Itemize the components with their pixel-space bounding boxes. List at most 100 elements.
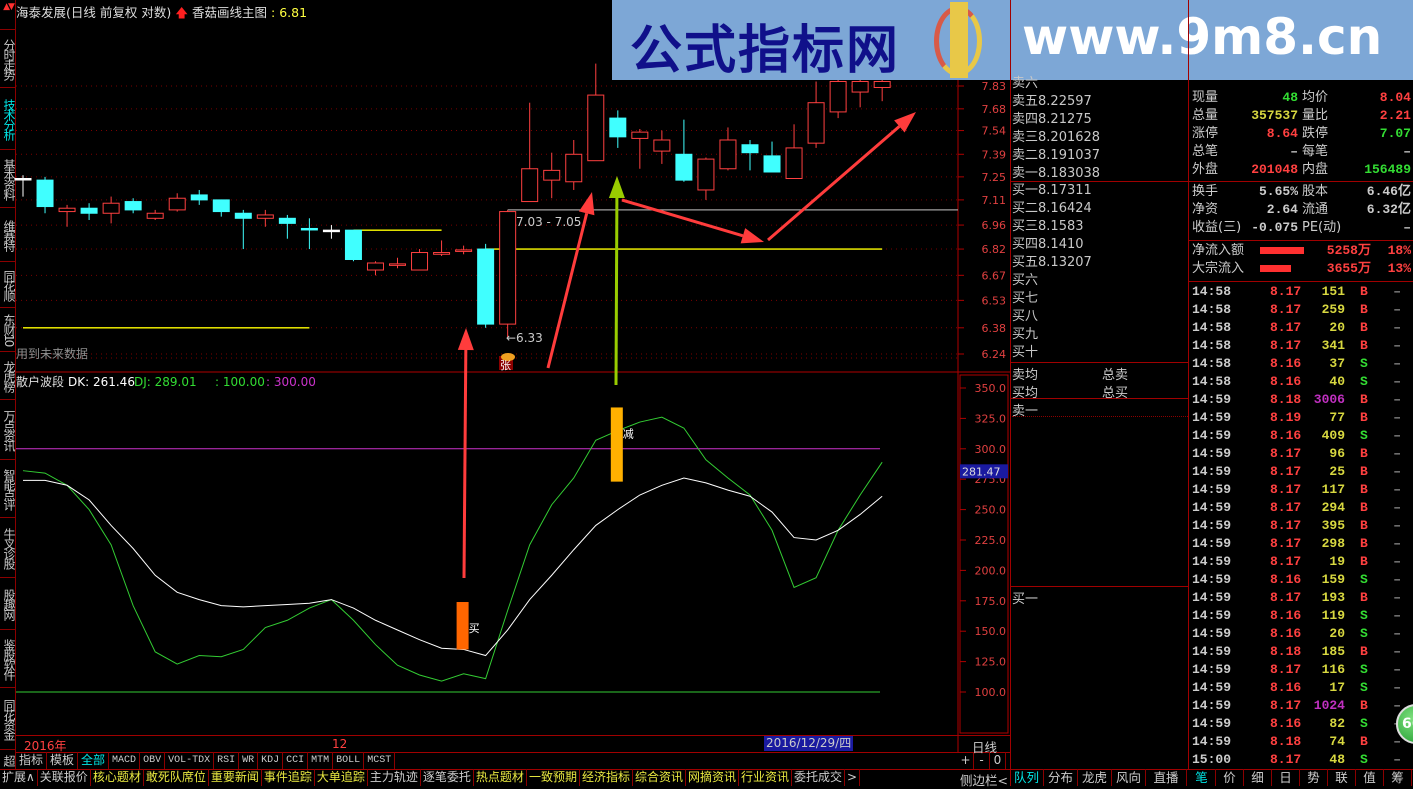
order-book-row[interactable]: 卖四8.21275 — [1012, 111, 1188, 129]
indicator-tab[interactable]: BOLL — [333, 752, 365, 769]
indicator-tab[interactable]: RSI — [214, 752, 240, 769]
indicator-tab[interactable]: 模板 — [47, 752, 79, 769]
bottom-tab[interactable]: 一致预期 — [527, 769, 580, 786]
kline-chart[interactable]: 7.83 7.68 7.54 7.39 7.25 7.11 6.96 6.82 6.67 6.53… — [0, 0, 1010, 786]
order-book-row[interactable]: 买六 — [1012, 272, 1188, 290]
indicator-tab[interactable]: OBV — [140, 752, 166, 769]
trade-row[interactable]: 14:59 8.17 193 B – — [1190, 589, 1413, 607]
trade-row[interactable]: 14:59 8.18 74 B – — [1190, 733, 1413, 751]
bottom-tab[interactable]: 关联报价 — [38, 769, 91, 786]
indicator-tab[interactable]: VOL-TDX — [165, 752, 215, 769]
order-book-row[interactable]: 买四8.1410 — [1012, 236, 1188, 254]
indicator-tab[interactable]: MCST — [364, 752, 396, 769]
bottom-tab[interactable]: 核心题材 — [91, 769, 144, 786]
order-book-row[interactable]: 卖六 — [1012, 75, 1188, 93]
trade-tab[interactable]: 筹 — [1384, 769, 1412, 786]
trade-row[interactable]: 14:59 8.16 20 S – — [1190, 625, 1413, 643]
bottom-tab[interactable]: 扩展∧ — [0, 769, 38, 786]
indicator-tab[interactable]: MACD — [109, 752, 141, 769]
order-book-row[interactable]: 买五8.13207 — [1012, 254, 1188, 272]
trade-row[interactable]: 14:58 8.16 37 S – — [1190, 355, 1413, 373]
bottom-tab[interactable]: 行业资讯 — [739, 769, 793, 786]
trade-row[interactable]: 14:59 8.17 19 B – — [1190, 553, 1413, 571]
zoom-button[interactable]: + — [958, 752, 974, 769]
candle — [763, 141, 781, 173]
panel-tab[interactable]: 直播 — [1146, 769, 1187, 786]
flow-pct: 18% — [1387, 243, 1411, 258]
trade-tab[interactable]: 笔 — [1188, 769, 1216, 786]
zoom-button[interactable]: - — [974, 752, 990, 769]
indicator-tab[interactable]: 指标 — [16, 752, 48, 769]
trade-row[interactable]: 14:59 8.19 77 B – — [1190, 409, 1413, 427]
order-book-row[interactable]: 买八 — [1012, 308, 1188, 326]
bottom-tab[interactable]: 事件追踪 — [262, 769, 315, 786]
trade-row[interactable]: 14:58 8.17 151 B – — [1190, 283, 1413, 301]
panel-tab[interactable]: 龙虎 — [1078, 769, 1112, 786]
bottom-tab[interactable]: > — [845, 769, 861, 786]
trade-tab[interactable]: 价 — [1216, 769, 1244, 786]
panel-tab[interactable]: 队列 — [1010, 769, 1044, 786]
trade-row[interactable]: 14:58 8.17 20 B – — [1190, 319, 1413, 337]
trade-tab[interactable]: 联 — [1328, 769, 1356, 786]
trade-row[interactable]: 14:59 8.17 1024 B – — [1190, 697, 1413, 715]
trade-row[interactable]: 14:59 8.16 119 S – — [1190, 607, 1413, 625]
trade-row[interactable]: 14:58 8.16 40 S – — [1190, 373, 1413, 391]
quote-row: 涨停 8.64 跌停 7.07 — [1190, 125, 1413, 143]
order-book-row[interactable]: 买七 — [1012, 290, 1188, 308]
order-book-row[interactable]: 买一8.17311 — [1012, 182, 1188, 200]
quote-value: 7.07 — [1379, 126, 1411, 141]
order-book-row[interactable]: 买三8.1583 — [1012, 218, 1188, 236]
candle-body — [455, 249, 473, 252]
panel-tab[interactable]: 分布 — [1044, 769, 1078, 786]
trade-tab[interactable]: 日 — [1272, 769, 1300, 786]
order-book-row[interactable]: 买十 — [1012, 344, 1188, 362]
trade-tab[interactable]: 细 — [1244, 769, 1272, 786]
bottom-tab[interactable]: 委托成交 — [792, 769, 846, 786]
panel-tab[interactable]: 风向 — [1112, 769, 1146, 786]
bottom-tab[interactable]: 热点题材 — [474, 769, 527, 786]
price-axis-label: 7.54 — [982, 125, 1007, 138]
trade-tab[interactable]: 值 — [1356, 769, 1384, 786]
order-book-row[interactable]: 卖二8.191037 — [1012, 147, 1188, 165]
trade-row[interactable]: 15:00 8.17 48 S – — [1190, 751, 1413, 769]
trade-row[interactable]: 14:59 8.17 96 B – — [1190, 445, 1413, 463]
bottom-tab[interactable]: 网摘资讯 — [686, 769, 739, 786]
bottom-tab[interactable]: 经济指标 — [580, 769, 633, 786]
sidebar-toggle[interactable]: 侧边栏< — [960, 770, 1008, 789]
trade-row[interactable]: 14:59 8.17 395 B – — [1190, 517, 1413, 535]
trade-row[interactable]: 14:59 8.17 25 B – — [1190, 463, 1413, 481]
zoom-button[interactable]: 0 — [990, 752, 1006, 769]
order-book-row[interactable]: 卖三8.201628 — [1012, 129, 1188, 147]
candle — [102, 196, 120, 224]
trade-row[interactable]: 14:59 8.18 185 B – — [1190, 643, 1413, 661]
trade-row[interactable]: 14:59 8.17 117 B – — [1190, 481, 1413, 499]
bottom-tab[interactable]: 敢死队席位 — [144, 769, 209, 786]
trade-row[interactable]: 14:59 8.16 159 S – — [1190, 571, 1413, 589]
trade-row[interactable]: 14:59 8.16 409 S – — [1190, 427, 1413, 445]
indicator-tab[interactable]: MTM — [308, 752, 334, 769]
order-book-row[interactable]: 卖五8.22597 — [1012, 93, 1188, 111]
trade-row[interactable]: 14:58 8.17 259 B – — [1190, 301, 1413, 319]
trade-row[interactable]: 14:59 8.17 116 S – — [1190, 661, 1413, 679]
level-price: 8.18 — [1038, 166, 1067, 181]
bottom-tab[interactable]: 大单追踪 — [315, 769, 368, 786]
dj-label: DJ: 289.01 — [134, 375, 197, 389]
trade-row[interactable]: 14:58 8.17 341 B – — [1190, 337, 1413, 355]
indicator-tab[interactable]: 全部 — [78, 752, 110, 769]
bottom-tab[interactable]: 重要新闻 — [209, 769, 262, 786]
bottom-tab[interactable]: 主力轨迹 — [368, 769, 421, 786]
indicator-tab[interactable]: WR — [239, 752, 259, 769]
trade-row[interactable]: 14:598.1682S– — [1190, 715, 1413, 733]
trade-row[interactable]: 14:59 8.17 298 B – — [1190, 535, 1413, 553]
candle-body — [741, 144, 759, 154]
indicator-tab[interactable]: CCI — [283, 752, 309, 769]
trade-row[interactable]: 14:59 8.18 3006 B – — [1190, 391, 1413, 409]
bottom-tab[interactable]: 逐笔委托 — [421, 769, 474, 786]
bottom-tab[interactable]: 综合资讯 — [633, 769, 686, 786]
trade-row[interactable]: 14:59 8.17 294 B – — [1190, 499, 1413, 517]
order-book-row[interactable]: 买二8.16424 — [1012, 200, 1188, 218]
trade-row[interactable]: 14:59 8.16 17 S – — [1190, 679, 1413, 697]
order-book-row[interactable]: 买九 — [1012, 326, 1188, 344]
trade-tab[interactable]: 势 — [1300, 769, 1328, 786]
indicator-tab[interactable]: KDJ — [258, 752, 284, 769]
